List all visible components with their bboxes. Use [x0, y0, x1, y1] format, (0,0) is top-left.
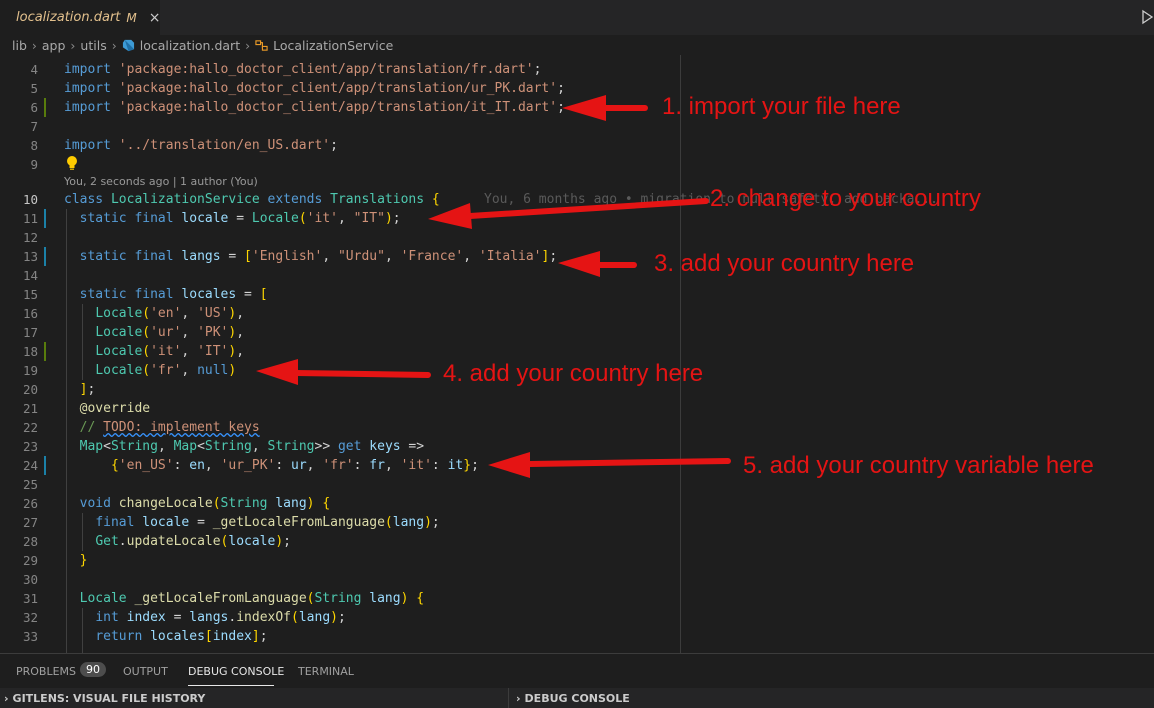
annotation-step-5: 5. add your country variable here — [743, 452, 1094, 479]
gitlens-visual-history-section[interactable]: › GITLENS: VISUAL FILE HISTORY — [4, 692, 205, 705]
class-symbol-icon — [255, 39, 268, 51]
chevron-right-icon: › — [516, 692, 521, 705]
tab-filename: localization.dart — [16, 10, 121, 25]
breadcrumb-item-file[interactable]: localization.dart — [140, 38, 240, 53]
annotation-step-4: 4. add your country here — [443, 360, 704, 387]
panel-tab-bar: PROBLEMS 90 OUTPUT DEBUG CONSOLE TERMINA… — [0, 653, 1154, 688]
section-title: GITLENS: VISUAL FILE HISTORY — [12, 692, 206, 705]
chevron-right-icon: › — [31, 37, 37, 53]
annotation-arrows — [256, 95, 731, 478]
section-divider — [508, 688, 509, 708]
breadcrumb-item-lib[interactable]: lib — [12, 38, 27, 53]
tab-debug-console[interactable]: DEBUG CONSOLE — [188, 665, 284, 678]
chevron-right-icon: › — [70, 37, 76, 53]
tab-problems[interactable]: PROBLEMS — [16, 665, 76, 678]
chevron-right-icon: › — [245, 37, 251, 53]
bottom-sections-bar: › GITLENS: VISUAL FILE HISTORY › DEBUG C… — [0, 688, 1154, 708]
editor-tab-bar: localization.dart M × — [0, 0, 1154, 35]
tab-modified-marker: M — [126, 10, 137, 25]
debug-console-section[interactable]: › DEBUG CONSOLE — [516, 692, 630, 705]
breadcrumb-item-class[interactable]: LocalizationService — [273, 38, 393, 53]
annotation-step-2: 2. change to your country — [710, 185, 981, 212]
breadcrumb: lib › app › utils › localization.dart › … — [0, 35, 1154, 55]
problems-count-badge: 90 — [80, 662, 106, 677]
breadcrumb-item-app[interactable]: app — [42, 38, 66, 53]
annotation-step-1: 1. import your file here — [662, 93, 901, 120]
chevron-right-icon: › — [4, 692, 9, 705]
annotation-step-3: 3. add your country here — [654, 250, 915, 277]
breadcrumb-item-utils[interactable]: utils — [80, 38, 106, 53]
section-title: DEBUG CONSOLE — [524, 692, 630, 705]
dart-file-icon — [122, 39, 134, 51]
tab-terminal[interactable]: TERMINAL — [298, 665, 354, 678]
close-icon[interactable]: × — [149, 10, 161, 26]
tab-output[interactable]: OUTPUT — [123, 665, 168, 678]
chevron-right-icon: › — [111, 37, 117, 53]
run-icon[interactable] — [1140, 8, 1154, 26]
active-tab-indicator — [188, 685, 274, 686]
file-tab[interactable]: localization.dart M × — [0, 0, 160, 35]
code-editor[interactable]: You, 2 seconds ago | 1 author (You) 4 im… — [0, 55, 1154, 653]
